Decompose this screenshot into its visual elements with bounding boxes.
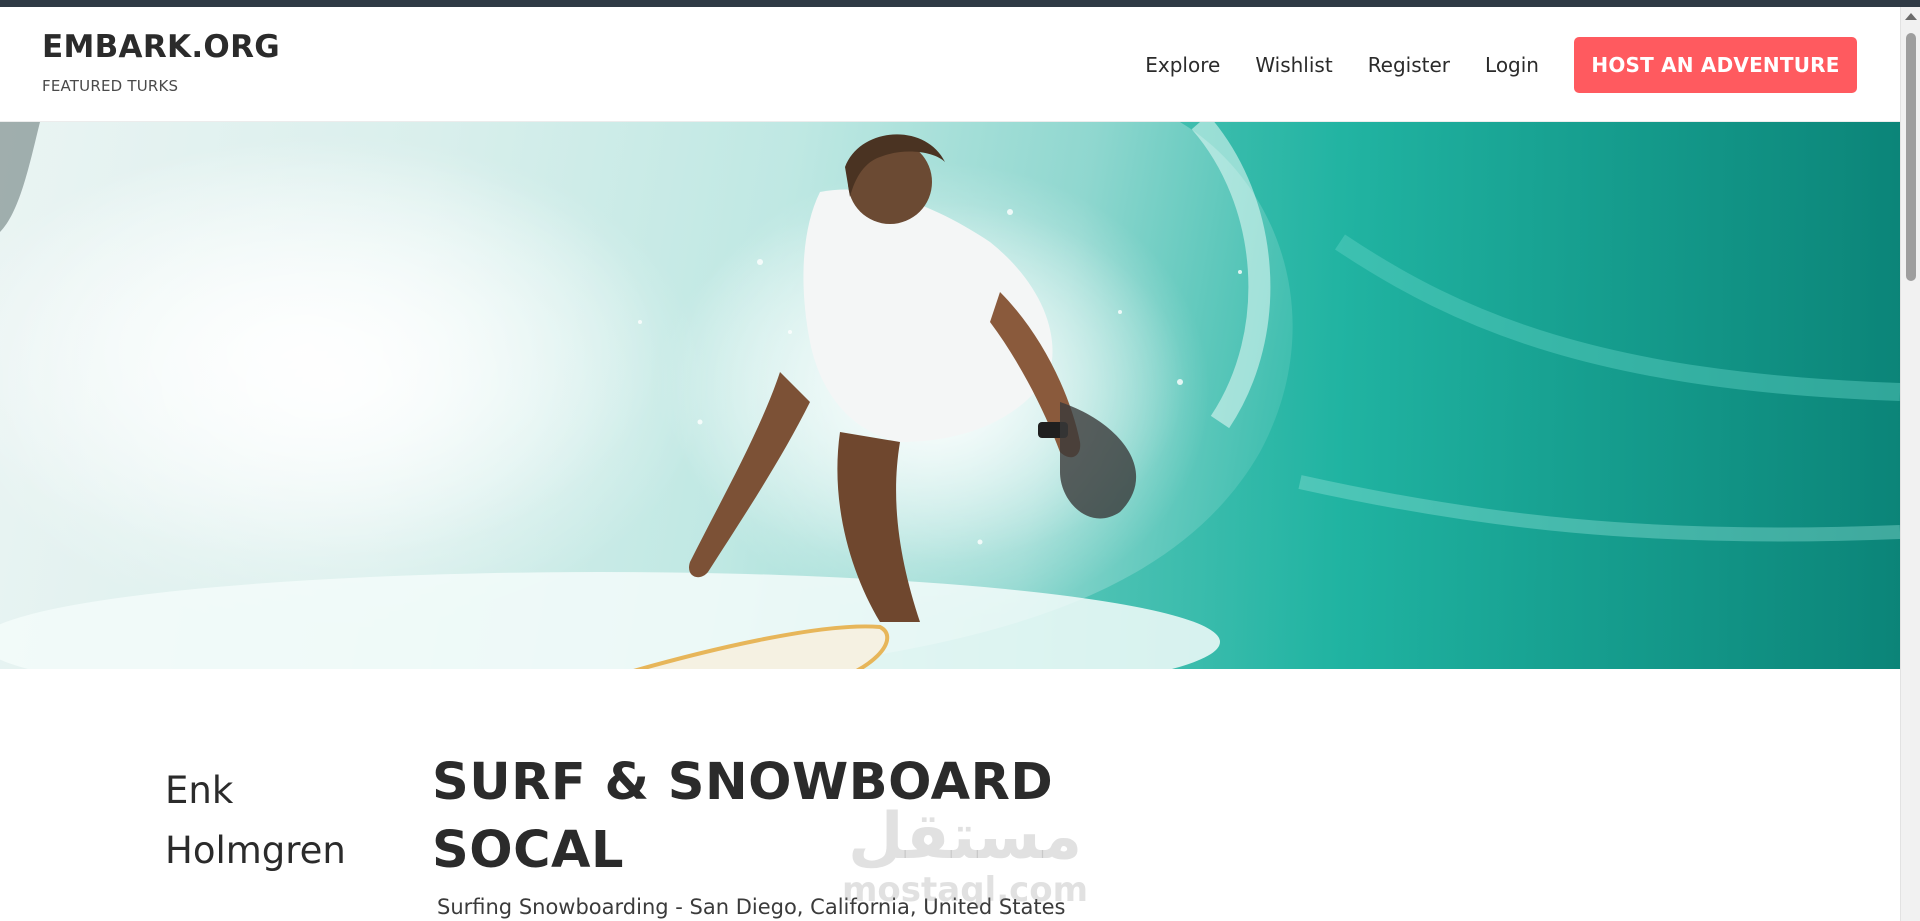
scrollbar-thumb[interactable] bbox=[1906, 33, 1916, 281]
vertical-scrollbar[interactable] bbox=[1900, 7, 1920, 921]
page: EMBARK.ORG FEATURED TURKS Explore Wishli… bbox=[0, 7, 1900, 921]
surfer-in-wave-illustration bbox=[0, 122, 1900, 669]
nav-login[interactable]: Login bbox=[1485, 53, 1539, 77]
wave-edge-left bbox=[0, 122, 40, 232]
nav-wishlist[interactable]: Wishlist bbox=[1255, 53, 1332, 77]
nav-explore[interactable]: Explore bbox=[1145, 53, 1220, 77]
brand-name[interactable]: EMBARK.ORG bbox=[42, 29, 280, 65]
site-header: EMBARK.ORG FEATURED TURKS Explore Wishli… bbox=[0, 7, 1900, 122]
brand[interactable]: EMBARK.ORG FEATURED TURKS bbox=[42, 29, 280, 95]
nav-register[interactable]: Register bbox=[1368, 53, 1450, 77]
scroll-up-arrow-icon[interactable] bbox=[1905, 13, 1917, 20]
browser-top-strip bbox=[0, 0, 1920, 7]
host-adventure-button[interactable]: HOST AN ADVENTURE bbox=[1574, 37, 1857, 93]
brand-tagline: FEATURED TURKS bbox=[42, 77, 179, 95]
hero-image bbox=[0, 122, 1900, 669]
main-nav: Explore Wishlist Register Login HOST AN … bbox=[1145, 37, 1900, 93]
spray-cloud bbox=[0, 132, 710, 632]
listing-section: Enk Holmgren SURF & SNOWBOARD SOCAL Surf… bbox=[0, 669, 1900, 921]
host-name[interactable]: Enk Holmgren bbox=[165, 761, 385, 881]
listing-title: SURF & SNOWBOARD SOCAL bbox=[432, 753, 1054, 880]
listing-subtitle: Surfing Snowboarding - San Diego, Califo… bbox=[437, 895, 1066, 919]
